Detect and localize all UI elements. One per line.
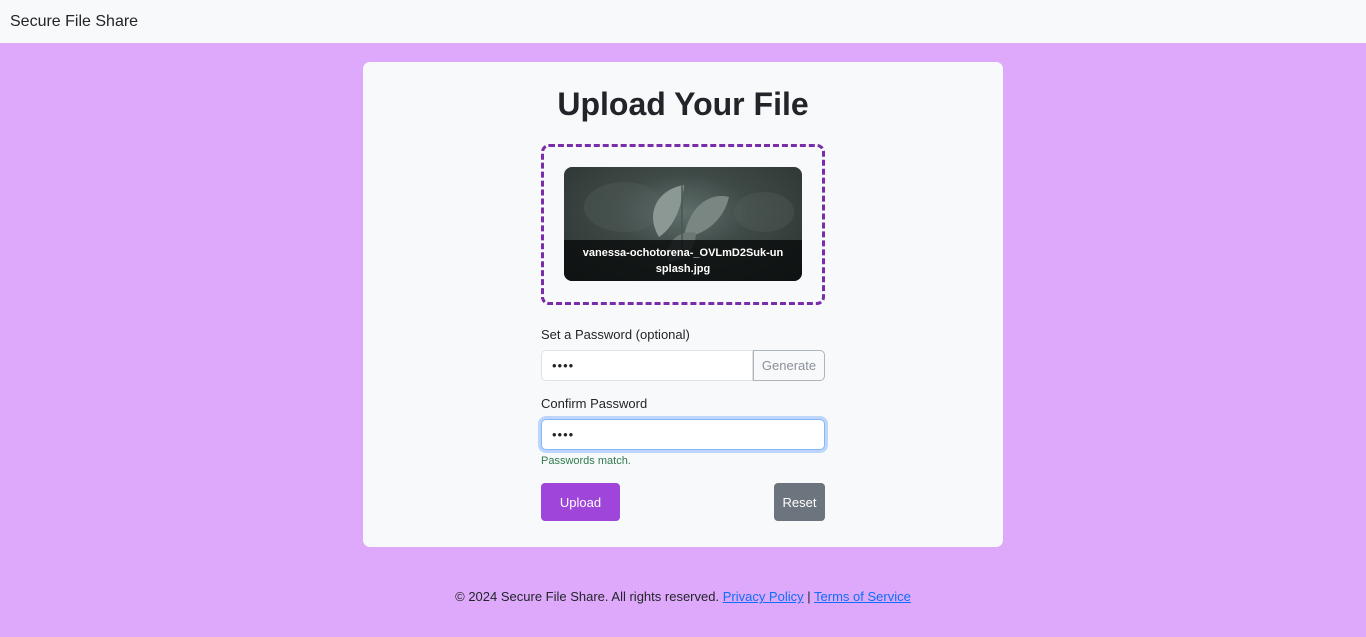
privacy-policy-link[interactable]: Privacy Policy xyxy=(723,589,804,604)
file-dropzone[interactable]: vanessa-ochotorena-_OVLmD2Suk-unsplash.j… xyxy=(541,144,825,305)
password-label: Set a Password (optional) xyxy=(541,327,690,342)
file-preview-thumbnail: vanessa-ochotorena-_OVLmD2Suk-unsplash.j… xyxy=(564,167,802,281)
terms-of-service-link[interactable]: Terms of Service xyxy=(814,589,911,604)
password-input[interactable]: •••• xyxy=(541,350,753,381)
footer-separator: | xyxy=(807,589,811,604)
confirm-password-input[interactable]: •••• xyxy=(541,419,825,450)
upload-button[interactable]: Upload xyxy=(541,483,620,521)
footer: © 2024 Secure File Share. All rights res… xyxy=(0,589,1366,604)
file-name-caption: vanessa-ochotorena-_OVLmD2Suk-unsplash.j… xyxy=(564,240,802,281)
confirm-password-label: Confirm Password xyxy=(541,396,648,411)
upload-card: Upload Your File vanessa-ochotorena-_OVL… xyxy=(363,62,1003,547)
copyright-text: © 2024 Secure File Share. All rights res… xyxy=(455,589,720,604)
password-match-message: Passwords match. xyxy=(541,455,631,467)
password-input-group: •••• Generate xyxy=(541,350,825,381)
page-title: Upload Your File xyxy=(557,86,809,122)
brand-link[interactable]: Secure File Share xyxy=(10,13,138,31)
navbar: Secure File Share xyxy=(0,0,1366,43)
generate-password-button[interactable]: Generate xyxy=(753,350,825,381)
reset-button[interactable]: Reset xyxy=(774,483,825,521)
